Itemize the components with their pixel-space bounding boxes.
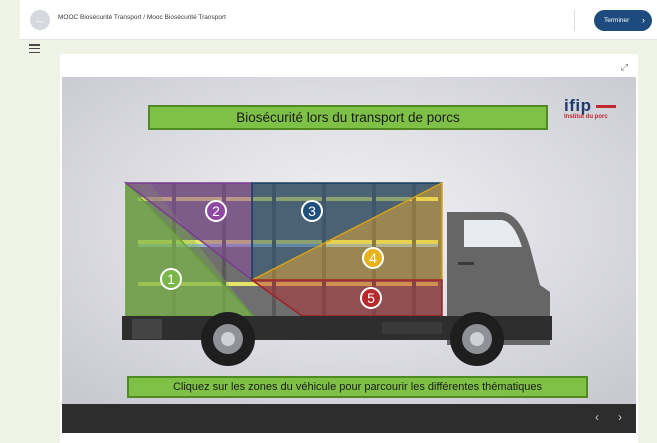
zone-4-label: 4: [369, 250, 377, 266]
zone-5-label: 5: [367, 290, 375, 306]
chevron-left-icon[interactable]: ‹: [595, 410, 599, 424]
arrow-left-icon: ←: [34, 14, 46, 26]
back-button[interactable]: ←: [30, 10, 50, 30]
zone-2-label: 2: [212, 203, 220, 219]
menu-button[interactable]: [29, 44, 40, 54]
hamburger-icon: [29, 44, 40, 46]
finish-button-label: Terminer: [604, 17, 630, 24]
zone-1-label: 1: [167, 271, 175, 287]
slide-title: Biosécurité lors du transport de porcs: [148, 105, 548, 130]
slide: 1 2 3 4 5 Biosécurité lors du transport …: [62, 77, 636, 404]
breadcrumb[interactable]: MOOC Biosécurité Transport / Mooc Bioséc…: [58, 14, 226, 21]
finish-button[interactable]: Terminer ›: [594, 10, 652, 31]
logo-text: ifip: [564, 96, 592, 115]
top-bar: ← MOOC Biosécurité Transport / Mooc Bios…: [20, 0, 657, 40]
logo-subtitle: Institut du porc: [564, 114, 608, 120]
slide-instructions: Cliquez sur les zones du véhicule pour p…: [127, 376, 588, 398]
ifip-logo: ifip Institut du porc: [564, 96, 628, 126]
player-controls: ‹ ›: [62, 404, 636, 433]
zone-3-label: 3: [308, 203, 316, 219]
divider: [574, 10, 575, 31]
expand-icon[interactable]: ⤢: [621, 62, 628, 73]
content-card: ⤢ 1 2 3 4 5 Biosécurité lors du transpor…: [60, 54, 638, 443]
chevron-right-icon: ›: [642, 15, 645, 25]
chevron-right-icon[interactable]: ›: [618, 410, 622, 424]
